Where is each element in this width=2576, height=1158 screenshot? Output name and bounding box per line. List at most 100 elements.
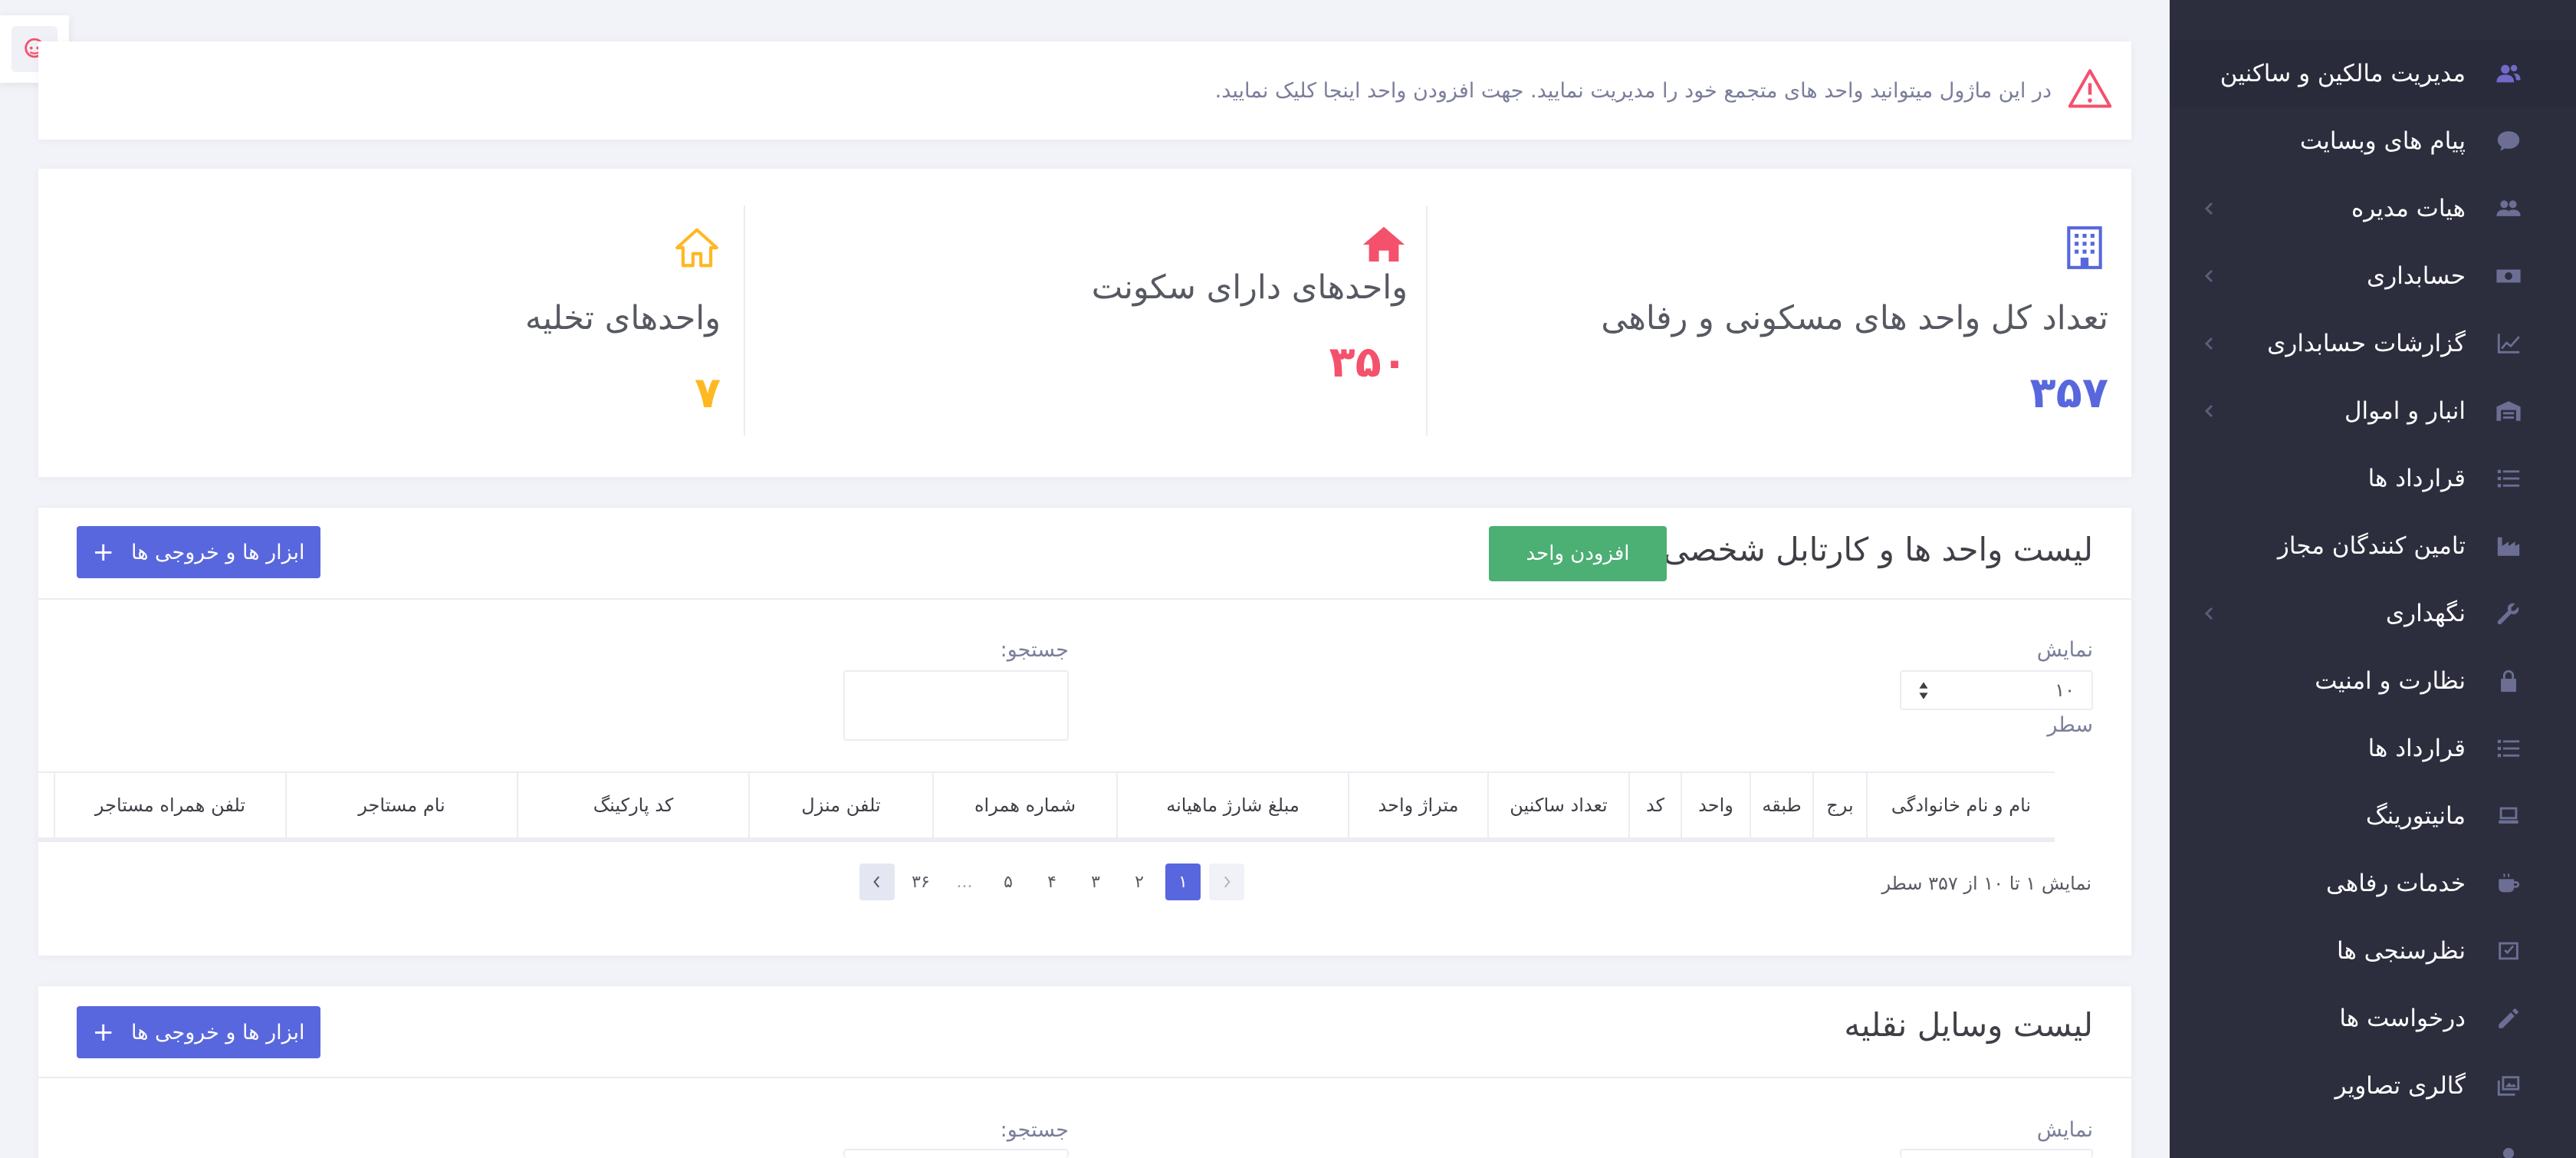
column-header[interactable]: تعداد ساکنین: [1487, 773, 1628, 837]
stat-occupied-units: واحدهای دارای سکونت ۳۵۰: [744, 206, 1426, 436]
sidebar-item-contracts[interactable]: قرارداد ها: [2170, 445, 2576, 512]
sidebar-item-accounting[interactable]: حسابداری: [2170, 242, 2576, 310]
vehicles-page-size-select[interactable]: [1900, 1149, 2093, 1158]
stat-vacant-value: ۷: [694, 368, 721, 418]
chevron-left-icon: [873, 876, 880, 888]
vehicles-search-label: جستجو:: [1000, 1118, 1069, 1142]
sidebar-item-label: نظارت و امنیت: [2315, 667, 2466, 695]
sidebar-item-label: حسابداری: [2366, 262, 2466, 290]
add-unit-button[interactable]: افزودن واحد: [1489, 526, 1667, 581]
units-portlet-title: لیست واحد ها و کارتابل شخصی: [1663, 531, 2093, 568]
chevron-left-icon: [2200, 199, 2219, 218]
page-size-select[interactable]: ۱۰: [1900, 670, 2093, 710]
chat-icon: [2487, 120, 2530, 163]
home-icon: [1360, 221, 1408, 268]
pager-info: نمایش ۱ تا ۱۰ از ۳۵۷ سطر: [1881, 873, 2091, 894]
page-button[interactable]: ۳۶: [903, 864, 938, 900]
sidebar-item-label: نگهداری: [2385, 600, 2466, 627]
sidebar-item-board[interactable]: هیات مدیره: [2170, 175, 2576, 242]
column-header[interactable]: مبلغ شارژ ماهیانه: [1116, 773, 1348, 837]
sidebar-item-website-messages[interactable]: پیام های وبسایت: [2170, 107, 2576, 175]
vehicles-tools-export-label: ابزار ها و خروجی ها: [130, 1020, 305, 1045]
chevron-left-icon: [2200, 334, 2219, 353]
vehicles-search-input[interactable]: [843, 1149, 1069, 1158]
units-table-header: نام و نام خانوادگی برج طبقه واحد کد تعدا…: [38, 771, 2055, 842]
vehicles-page-size-label: نمایش: [2036, 1118, 2093, 1142]
page-button[interactable]: ۳: [1078, 864, 1113, 900]
sidebar-item-maintenance[interactable]: نگهداری: [2170, 580, 2576, 647]
alert-text: در این ماژول میتوانید واحد های متجمع خود…: [1214, 78, 2052, 103]
sidebar-item-polls[interactable]: نظرسنجی ها: [2170, 917, 2576, 985]
page-button[interactable]: ۱: [1165, 864, 1201, 900]
home-outline-icon: [673, 224, 721, 271]
pagination: ۱ ۲ ۳ ۴ ۵ ... ۳۶: [851, 864, 1244, 900]
sidebar-item-suppliers[interactable]: تامین کنندگان مجاز: [2170, 512, 2576, 580]
sidebar-item-label: قرارداد ها: [2367, 735, 2466, 762]
building-icon: [2061, 224, 2108, 271]
stat-occupied-value: ۳۵۰: [1329, 337, 1408, 387]
chevron-left-icon: [2200, 604, 2219, 623]
page-button[interactable]: ۴: [1034, 864, 1070, 900]
pencil-icon: [2487, 997, 2530, 1040]
sidebar-item-label: مدیریت مالکین و ساکنین: [2220, 60, 2466, 87]
rows-label: سطر: [2047, 713, 2093, 737]
sidebar-item-label: هیات مدیره: [2351, 195, 2466, 222]
search-label: جستجو:: [1000, 638, 1069, 662]
sidebar-item-warehouse[interactable]: انبار و اموال: [2170, 377, 2576, 445]
warning-icon: [2067, 66, 2113, 115]
page-size-label: نمایش: [2036, 638, 2093, 662]
column-header[interactable]: تلفن منزل: [748, 773, 932, 837]
sidebar-item-welfare[interactable]: خدمات رفاهی: [2170, 850, 2576, 917]
column-header[interactable]: نام و نام خانوادگی: [1866, 773, 2055, 837]
poll-icon: [2487, 929, 2530, 972]
select-arrows-icon: [1919, 682, 1928, 699]
vehicles-tools-export-button[interactable]: + ابزار ها و خروجی ها: [77, 1006, 320, 1058]
sidebar-item-label: انبار و اموال: [2344, 397, 2466, 425]
column-header[interactable]: نام مستاجر: [285, 773, 517, 837]
sidebar: مدیریت مالکین و ساکنین پیام های وبسایت ه…: [2170, 0, 2576, 1158]
sidebar-item-more[interactable]: [2170, 1120, 2576, 1158]
sidebar-item-accounting-reports[interactable]: گزارشات حسابداری: [2170, 310, 2576, 377]
sidebar-item-gallery[interactable]: گالری تصاویر: [2170, 1052, 2576, 1120]
sidebar-item-residents[interactable]: مدیریت مالکین و ساکنین: [2170, 40, 2576, 107]
column-header[interactable]: شماره همراه: [932, 773, 1116, 837]
sidebar-item-monitoring[interactable]: مانیتورینگ: [2170, 782, 2576, 850]
sidebar-item-label: مانیتورینگ: [2365, 802, 2466, 830]
monitor-icon: [2487, 794, 2530, 837]
sidebar-item-label: قرارداد ها: [2367, 465, 2466, 492]
column-header[interactable]: طبقه: [1750, 773, 1812, 837]
stat-vacant-title: واحدهای تخلیه: [525, 299, 721, 337]
sidebar-item-requests[interactable]: درخواست ها: [2170, 985, 2576, 1052]
images-icon: [2487, 1064, 2530, 1107]
info-alert[interactable]: در این ماژول میتوانید واحد های متجمع خود…: [38, 41, 2131, 140]
search-input[interactable]: [843, 670, 1069, 741]
column-header[interactable]: کد پارکینگ: [517, 773, 748, 837]
sidebar-item-label: نظرسنجی ها: [2337, 937, 2466, 965]
plus-icon: +: [92, 537, 114, 567]
column-header[interactable]: برج: [1812, 773, 1866, 837]
lock-icon: [2487, 660, 2530, 702]
sidebar-item-contracts-2[interactable]: قرارداد ها: [2170, 715, 2576, 782]
column-header[interactable]: تلفن همراه مستاجر: [54, 773, 285, 837]
column-header[interactable]: واحد: [1681, 773, 1750, 837]
column-header[interactable]: متراژ واحد: [1348, 773, 1487, 837]
page-size-value: ۱۰: [2055, 679, 2075, 701]
sidebar-item-security[interactable]: نظارت و امنیت: [2170, 647, 2576, 715]
page-button[interactable]: ۲: [1122, 864, 1157, 900]
prev-page-button[interactable]: [1209, 864, 1244, 900]
page-ellipsis: ...: [956, 872, 973, 892]
next-page-button[interactable]: [859, 864, 895, 900]
column-header[interactable]: کد: [1628, 773, 1681, 837]
sidebar-item-label: پیام های وبسایت: [2299, 127, 2466, 155]
tools-export-button[interactable]: + ابزار ها و خروجی ها: [77, 526, 320, 578]
chevron-left-icon: [2200, 402, 2219, 420]
stat-total-value: ۳۵۷: [2029, 368, 2108, 418]
list-icon: [2487, 457, 2530, 500]
vehicles-portlet: لیست وسایل نقلیه + ابزار ها و خروجی ها: [38, 986, 2131, 1158]
stats-card: تعداد کل واحد های مسکونی و رفاهی ۳۵۷ واح…: [38, 169, 2131, 477]
vehicles-portlet-title: لیست وسایل نقلیه: [1844, 1006, 2093, 1044]
page-button[interactable]: ۵: [991, 864, 1026, 900]
sidebar-item-label: خدمات رفاهی: [2326, 870, 2466, 897]
stat-occupied-title: واحدهای دارای سکونت: [1091, 268, 1408, 307]
column-spacer: [38, 773, 54, 837]
